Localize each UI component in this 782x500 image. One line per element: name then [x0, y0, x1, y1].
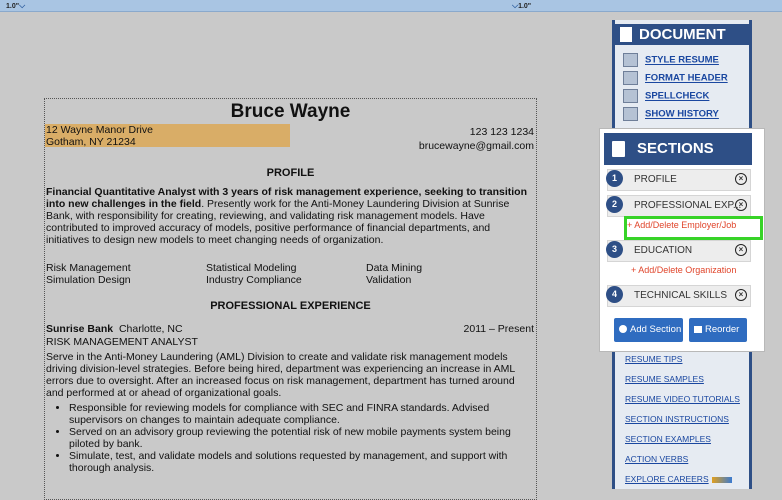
format-header-link[interactable]: FORMAT HEADER [623, 71, 728, 85]
left-margin-control[interactable]: 1.0"⌵ [6, 1, 25, 11]
plus-icon [619, 325, 627, 333]
show-history-link[interactable]: SHOW HISTORY [623, 107, 719, 121]
job-location: Charlotte, NC [118, 323, 183, 335]
section-examples-link[interactable]: SECTION EXAMPLES [625, 434, 711, 444]
pencil-icon [623, 71, 638, 85]
margin-ruler: 1.0"⌵ ⌵1.0" [0, 0, 782, 12]
careers-logo-icon [711, 476, 732, 483]
list-item: Served on an advisory group reviewing th… [69, 426, 528, 450]
section-number: 1 [606, 170, 623, 187]
document-icon [612, 141, 625, 157]
section-label: PROFESSIONAL EXP... [634, 200, 742, 211]
skill-item: Data Mining [366, 262, 423, 274]
sections-panel: SECTIONS 1 PROFILE × 2 PROFESSIONAL EXP.… [600, 129, 764, 351]
skills-row: Simulation Design Industry Compliance Va… [46, 274, 526, 286]
remove-icon[interactable]: × [735, 289, 747, 301]
document-panel-header: DOCUMENT [615, 24, 749, 45]
skill-item: Validation [366, 274, 412, 286]
skill-item: Risk Management [46, 262, 131, 274]
sections-panel-header: SECTIONS [604, 133, 752, 165]
resume-page[interactable]: Bruce Wayne 12 Wayne Manor Drive Gotham,… [44, 98, 537, 500]
reorder-button[interactable]: Reorder [689, 318, 747, 342]
resume-address[interactable]: 12 Wayne Manor Drive Gotham, NY 21234 [45, 124, 290, 148]
skill-item: Industry Compliance [206, 274, 302, 286]
spellcheck-link[interactable]: SPELLCHECK [623, 89, 709, 103]
skill-item: Simulation Design [46, 274, 131, 286]
resume-contact[interactable]: 123 123 1234 brucewayne@gmail.com [419, 126, 534, 152]
section-instructions-link[interactable]: SECTION INSTRUCTIONS [625, 414, 729, 424]
job-header[interactable]: Sunrise Bank Charlotte, NC 2011 – Presen… [46, 323, 534, 335]
address-line-2: Gotham, NY 21234 [46, 136, 136, 148]
link-label: EXPLORE CAREERS [625, 474, 709, 484]
sections-panel-title: SECTIONS [637, 140, 714, 157]
link-label: STYLE RESUME [645, 54, 719, 66]
skills-grid[interactable]: Risk Management Statistical Modeling Dat… [46, 262, 526, 286]
job-dates: 2011 – Present [463, 323, 534, 335]
section-item-technical-skills[interactable]: 4 TECHNICAL SKILLS × [606, 285, 751, 307]
section-item-profile[interactable]: 1 PROFILE × [606, 169, 751, 191]
skill-item: Statistical Modeling [206, 262, 297, 274]
style-resume-link[interactable]: STYLE RESUME [623, 53, 719, 67]
experience-heading: PROFESSIONAL EXPERIENCE [210, 300, 371, 312]
address-line-1: 12 Wayne Manor Drive [46, 124, 153, 136]
job-description[interactable]: Serve in the Anti-Money Laundering (AML)… [46, 351, 533, 399]
link-label: FORMAT HEADER [645, 72, 728, 84]
spellcheck-icon [623, 89, 638, 103]
highlight-box [624, 216, 763, 240]
section-label: PROFILE [634, 174, 677, 185]
job-bullets[interactable]: Responsible for reviewing models for com… [57, 402, 528, 474]
document-panel-title: DOCUMENT [639, 26, 726, 43]
history-icon [623, 107, 638, 121]
section-number: 3 [606, 241, 623, 258]
remove-icon[interactable]: × [735, 244, 747, 256]
resume-email: brucewayne@gmail.com [418, 140, 534, 152]
list-item: Responsible for reviewing models for com… [69, 402, 528, 426]
remove-icon[interactable]: × [735, 173, 747, 185]
section-item-education[interactable]: 3 EDUCATION × [606, 240, 751, 262]
resume-samples-link[interactable]: RESUME SAMPLES [625, 374, 704, 384]
section-label: TECHNICAL SKILLS [634, 290, 727, 301]
add-section-button[interactable]: Add Section [614, 318, 683, 342]
reorder-icon [694, 326, 702, 333]
button-label: Add Section [630, 324, 682, 335]
job-title[interactable]: RISK MANAGEMENT ANALYST [46, 336, 198, 348]
link-label: SHOW HISTORY [645, 108, 719, 120]
button-label: Reorder [705, 324, 740, 335]
profile-heading: PROFILE [266, 167, 315, 179]
margin-marker-icon: ⌵ [19, 1, 26, 10]
section-label: EDUCATION [634, 245, 693, 256]
job-company: Sunrise Bank [46, 323, 114, 335]
section-item-professional-experience[interactable]: 2 PROFESSIONAL EXP... × [606, 195, 751, 217]
resume-phone: 123 123 1234 [469, 126, 534, 138]
explore-careers-link[interactable]: EXPLORE CAREERS [625, 474, 732, 484]
add-organization-link[interactable]: + Add/Delete Organization [631, 265, 736, 275]
resume-name[interactable]: Bruce Wayne [45, 102, 536, 122]
right-margin-control[interactable]: ⌵1.0" [512, 1, 531, 11]
action-verbs-link[interactable]: ACTION VERBS [625, 454, 688, 464]
section-number: 2 [606, 196, 623, 213]
remove-icon[interactable]: × [735, 199, 747, 211]
resume-tips-link[interactable]: RESUME TIPS [625, 354, 682, 364]
document-icon [620, 27, 632, 42]
video-tutorials-link[interactable]: RESUME VIDEO TUTORIALS [625, 394, 740, 404]
section-number: 4 [606, 286, 623, 303]
left-margin-value: 1.0" [6, 3, 20, 10]
link-label: SPELLCHECK [645, 90, 710, 102]
list-item: Simulate, test, and validate models and … [69, 450, 528, 474]
paintbrush-icon [623, 53, 638, 67]
skills-row: Risk Management Statistical Modeling Dat… [46, 262, 526, 274]
right-margin-value: 1.0" [518, 3, 532, 10]
profile-summary[interactable]: Financial Quantitative Analyst with 3 ye… [46, 186, 533, 246]
